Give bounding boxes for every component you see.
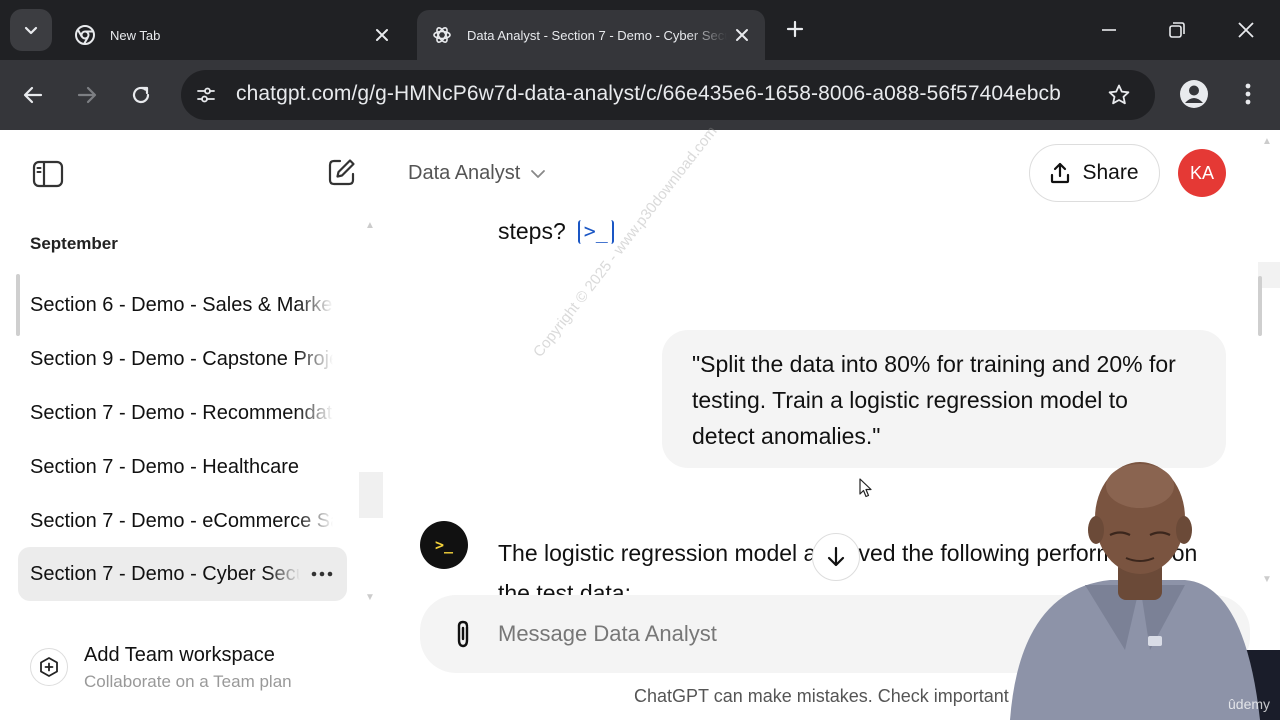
chat-item-label: Section 9 - Demo - Capstone Project	[30, 347, 333, 370]
chat-item-label: Section 6 - Demo - Sales & Marketing	[30, 293, 333, 316]
upload-icon	[1051, 162, 1070, 184]
browser-menu-button[interactable]	[1232, 76, 1264, 112]
chat-item-label: Section 7 - Demo - Recommendation	[30, 401, 333, 424]
window-close-button[interactable]	[1228, 12, 1264, 48]
restore-button[interactable]	[1159, 12, 1195, 48]
sidebar-scroll-up-icon[interactable]: ▲	[365, 220, 375, 231]
chat-item-label: Section 7 - Demo - Healthcare	[30, 455, 300, 478]
url-text: chatgpt.com/g/g-HMNcP6w7d-data-analyst/c…	[236, 82, 1061, 105]
address-bar[interactable]: chatgpt.com/g/g-HMNcP6w7d-data-analyst/c…	[181, 70, 1155, 120]
more-horizontal-icon	[311, 571, 333, 577]
model-selector[interactable]: Data Analyst	[408, 162, 546, 185]
tab-close-button[interactable]	[367, 20, 397, 50]
profile-icon	[1180, 80, 1208, 108]
tab-new-tab[interactable]: New Tab	[60, 10, 405, 60]
model-name: Data Analyst	[408, 162, 521, 184]
sidebar-chat-item[interactable]: Section 7 - Demo - eCommerce Sales	[18, 494, 347, 548]
assistant-message-tail: steps? >_	[498, 218, 614, 245]
user-avatar[interactable]: KA	[1178, 149, 1226, 197]
assistant-avatar: >_	[420, 521, 468, 569]
chat-item-label: Section 7 - Demo - Cyber Security	[30, 562, 300, 585]
team-plus-icon	[30, 648, 68, 686]
restore-icon	[1169, 22, 1185, 38]
sidebar-scroll-track[interactable]	[359, 472, 383, 518]
browser-tabstrip: New Tab Data Analyst - Section 7 - Demo …	[0, 0, 1280, 60]
share-button[interactable]: Share	[1029, 144, 1160, 202]
openai-icon	[431, 24, 453, 46]
chat-options-button[interactable]	[311, 557, 333, 583]
chrome-icon	[74, 24, 96, 46]
edit-icon	[328, 159, 355, 186]
chat-item-label: Section 7 - Demo - eCommerce Sales	[30, 509, 333, 532]
plus-icon	[786, 20, 804, 38]
tab-title: Data Analyst - Section 7 - Demo - Cyber …	[467, 27, 727, 43]
sidebar-icon	[32, 160, 64, 188]
mouse-cursor-icon	[859, 478, 872, 498]
browser-profile-button[interactable]	[1176, 76, 1212, 112]
add-team-workspace[interactable]: Add Team workspace Collaborate on a Team…	[30, 642, 360, 702]
arrow-down-icon	[827, 546, 845, 567]
user-message: "Split the data into 80% for training an…	[662, 330, 1226, 468]
scroll-to-bottom-button[interactable]	[812, 533, 860, 581]
team-title: Add Team workspace	[84, 644, 275, 666]
sidebar-toggle-button[interactable]	[28, 156, 68, 192]
sidebar-chat-item[interactable]: Section 7 - Demo - Healthcare	[18, 440, 347, 494]
message-text: steps?	[498, 218, 566, 244]
forward-button[interactable]	[67, 75, 107, 115]
reload-button[interactable]	[121, 75, 161, 115]
tab-close-button[interactable]	[727, 20, 757, 50]
sidebar-chat-item-active[interactable]: Section 7 - Demo - Cyber Security	[18, 547, 347, 601]
code-interpreter-link[interactable]: >_	[577, 219, 614, 244]
sidebar-scroll-down-icon[interactable]: ▼	[365, 592, 375, 603]
history-section-label: September	[30, 234, 118, 253]
site-info-icon[interactable]	[193, 82, 219, 108]
reload-icon	[132, 86, 150, 104]
chevron-down-icon	[24, 26, 38, 35]
bookmark-star-icon[interactable]	[1105, 81, 1133, 109]
tab-data-analyst[interactable]: Data Analyst - Section 7 - Demo - Cyber …	[417, 10, 765, 60]
close-icon	[376, 29, 388, 41]
presenter-video-overlay	[990, 460, 1280, 720]
share-label: Share	[1082, 161, 1139, 184]
arrow-right-icon	[77, 86, 97, 104]
message-input-placeholder[interactable]: Message Data Analyst	[498, 621, 717, 647]
main-scrollbar[interactable]	[1258, 276, 1262, 336]
team-subtitle: Collaborate on a Team plan	[84, 672, 292, 691]
close-icon	[736, 29, 748, 41]
disclaimer-text: ChatGPT can make mistakes. Check importa…	[634, 686, 1048, 706]
minimize-button[interactable]	[1091, 12, 1127, 48]
chevron-down-icon	[531, 169, 546, 178]
tab-title: New Tab	[110, 27, 161, 43]
sidebar-chat-item[interactable]: Section 6 - Demo - Sales & Marketing	[18, 278, 347, 332]
new-chat-button[interactable]	[322, 152, 362, 192]
sidebar-chat-item[interactable]: Section 9 - Demo - Capstone Project	[18, 332, 347, 386]
arrow-left-icon	[23, 86, 43, 104]
paperclip-icon	[457, 620, 469, 648]
main-scroll-up-icon[interactable]: ▲	[1262, 136, 1272, 147]
minimize-icon	[1102, 29, 1116, 31]
close-icon	[1238, 22, 1254, 38]
sidebar-chat-item[interactable]: Section 7 - Demo - Recommendation	[18, 386, 347, 440]
attach-file-button[interactable]	[448, 619, 478, 649]
sidebar: ▲ September Section 6 - Demo - Sales & M…	[0, 130, 384, 720]
new-tab-button[interactable]	[781, 16, 809, 44]
tab-search-button[interactable]	[10, 9, 52, 51]
more-vertical-icon	[1245, 83, 1251, 105]
back-button[interactable]	[13, 75, 53, 115]
udemy-watermark: ûdemy	[1228, 696, 1271, 712]
